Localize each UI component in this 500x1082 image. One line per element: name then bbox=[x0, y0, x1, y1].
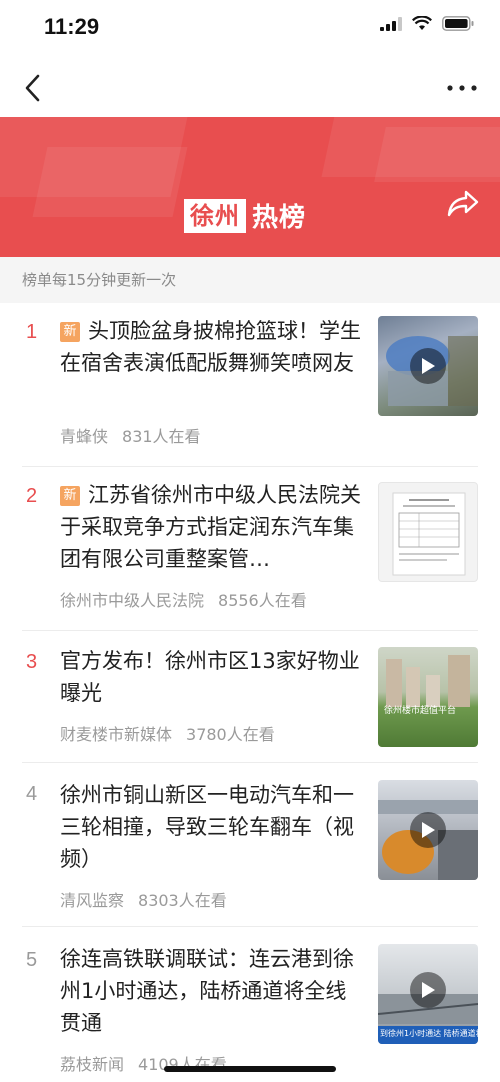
more-options-button[interactable] bbox=[442, 70, 482, 106]
rank-number: 3 bbox=[26, 651, 38, 673]
banner-decoration bbox=[374, 127, 500, 182]
news-title-text: 官方发布！徐州市区13家好物业曝光 bbox=[60, 649, 360, 705]
news-title-text: 江苏省徐州市中级人民法院关于采取竞争方式指定润东汽车集团有限公司重整案管… bbox=[60, 483, 361, 571]
chevron-left-icon bbox=[25, 74, 40, 102]
banner-decoration bbox=[32, 147, 188, 217]
news-thumbnail[interactable] bbox=[378, 316, 478, 416]
wifi-icon bbox=[412, 16, 432, 30]
document-thumbnail-image bbox=[392, 492, 466, 576]
news-source: 荔枝新闻 bbox=[60, 1055, 125, 1074]
rank-number: 5 bbox=[26, 949, 38, 971]
update-frequency-note: 榜单每15分钟更新一次 bbox=[0, 257, 500, 303]
hot-list-banner: 徐州 热榜 bbox=[0, 117, 500, 257]
list-item[interactable]: 1 新头顶脸盆身披棉抢篮球！学生在宿舍表演低配版舞狮笑喷网友 青蜂侠 831人在看 bbox=[0, 303, 500, 467]
news-title[interactable]: 官方发布！徐州市区13家好物业曝光 bbox=[60, 645, 364, 709]
news-source: 青蜂侠 bbox=[60, 427, 109, 446]
news-meta: 清风监察 8303人在看 bbox=[60, 887, 227, 911]
news-title-text: 头顶脸盆身披棉抢篮球！学生在宿舍表演低配版舞狮笑喷网友 bbox=[60, 319, 361, 375]
banner-city: 徐州 bbox=[184, 198, 246, 233]
news-thumbnail[interactable] bbox=[378, 780, 478, 880]
thumbnail-caption: 到徐州1小时通达 陆桥通道将全线 bbox=[380, 1029, 478, 1038]
viewer-count: 8303人在看 bbox=[138, 891, 227, 910]
play-icon bbox=[422, 822, 435, 838]
news-title[interactable]: 新江苏省徐州市中级人民法院关于采取竞争方式指定润东汽车集团有限公司重整案管… bbox=[60, 479, 364, 575]
news-thumbnail[interactable]: 徐州楼市超值平台 bbox=[378, 647, 478, 747]
signal-icon bbox=[380, 16, 402, 31]
news-meta: 财麦楼市新媒体 3780人在看 bbox=[60, 721, 275, 745]
news-title[interactable]: 新头顶脸盆身披棉抢篮球！学生在宿舍表演低配版舞狮笑喷网友 bbox=[60, 315, 364, 379]
news-thumbnail[interactable]: 到徐州1小时通达 陆桥通道将全线 bbox=[378, 944, 478, 1044]
play-button[interactable] bbox=[410, 812, 446, 848]
share-button[interactable] bbox=[446, 189, 480, 219]
nav-bar bbox=[0, 62, 500, 116]
play-icon bbox=[422, 358, 435, 374]
news-title[interactable]: 徐连高铁联调联试：连云港到徐州1小时通达，陆桥通道将全线贯通 bbox=[60, 943, 364, 1039]
list-item[interactable]: 3 官方发布！徐州市区13家好物业曝光 财麦楼市新媒体 3780人在看 徐州楼市超… bbox=[0, 631, 500, 763]
thumbnail-caption: 徐州楼市超值平台 bbox=[384, 706, 457, 716]
news-title[interactable]: 徐州市铜山新区一电动汽车和一三轮相撞，导致三轮车翻车（视频） bbox=[60, 779, 364, 875]
status-icons bbox=[380, 16, 474, 31]
play-icon bbox=[422, 982, 435, 998]
news-meta: 徐州市中级人民法院 8556人在看 bbox=[60, 587, 307, 611]
rank-number: 4 bbox=[26, 783, 38, 805]
rank-number: 2 bbox=[26, 485, 38, 507]
banner-title-text: 热榜 bbox=[252, 203, 307, 233]
back-button[interactable] bbox=[14, 70, 50, 106]
building-thumbnail-image bbox=[386, 655, 470, 707]
status-bar: 11:29 bbox=[0, 0, 500, 54]
news-source: 徐州市中级人民法院 bbox=[60, 591, 205, 610]
share-icon bbox=[447, 190, 479, 217]
news-meta: 青蜂侠 831人在看 bbox=[60, 423, 201, 447]
list-item[interactable]: 5 徐连高铁联调联试：连云港到徐州1小时通达，陆桥通道将全线贯通 荔枝新闻 410… bbox=[0, 927, 500, 1082]
home-indicator[interactable] bbox=[164, 1066, 336, 1072]
banner-title: 徐州 热榜 bbox=[184, 197, 306, 234]
new-badge: 新 bbox=[60, 322, 80, 342]
news-title-text: 徐州市铜山新区一电动汽车和一三轮相撞，导致三轮车翻车（视频） bbox=[60, 783, 354, 871]
play-button[interactable] bbox=[410, 348, 446, 384]
viewer-count: 3780人在看 bbox=[186, 725, 275, 744]
new-badge: 新 bbox=[60, 486, 80, 506]
hot-list-page: 11:29 徐州 热榜 榜单每15分钟更新一次 1 新 头顶脸盆身披棉抢篮球！学… bbox=[0, 0, 500, 1082]
news-source: 财麦楼市新媒体 bbox=[60, 725, 173, 744]
news-title-text: 徐连高铁联调联试：连云港到徐州1小时通达，陆桥通道将全线贯通 bbox=[60, 947, 354, 1035]
list-item[interactable]: 4 徐州市铜山新区一电动汽车和一三轮相撞，导致三轮车翻车（视频） 清风监察 830… bbox=[0, 763, 500, 927]
viewer-count: 8556人在看 bbox=[218, 591, 307, 610]
rank-number: 1 bbox=[26, 321, 38, 343]
more-dots-icon bbox=[447, 85, 477, 91]
viewer-count: 831人在看 bbox=[122, 427, 201, 446]
status-time: 11:29 bbox=[44, 14, 100, 39]
news-thumbnail[interactable] bbox=[378, 482, 478, 582]
list-item[interactable]: 2 新江苏省徐州市中级人民法院关于采取竞争方式指定润东汽车集团有限公司重整案管…… bbox=[0, 467, 500, 631]
news-source: 清风监察 bbox=[60, 891, 125, 910]
battery-icon bbox=[442, 16, 474, 31]
play-button[interactable] bbox=[410, 972, 446, 1008]
